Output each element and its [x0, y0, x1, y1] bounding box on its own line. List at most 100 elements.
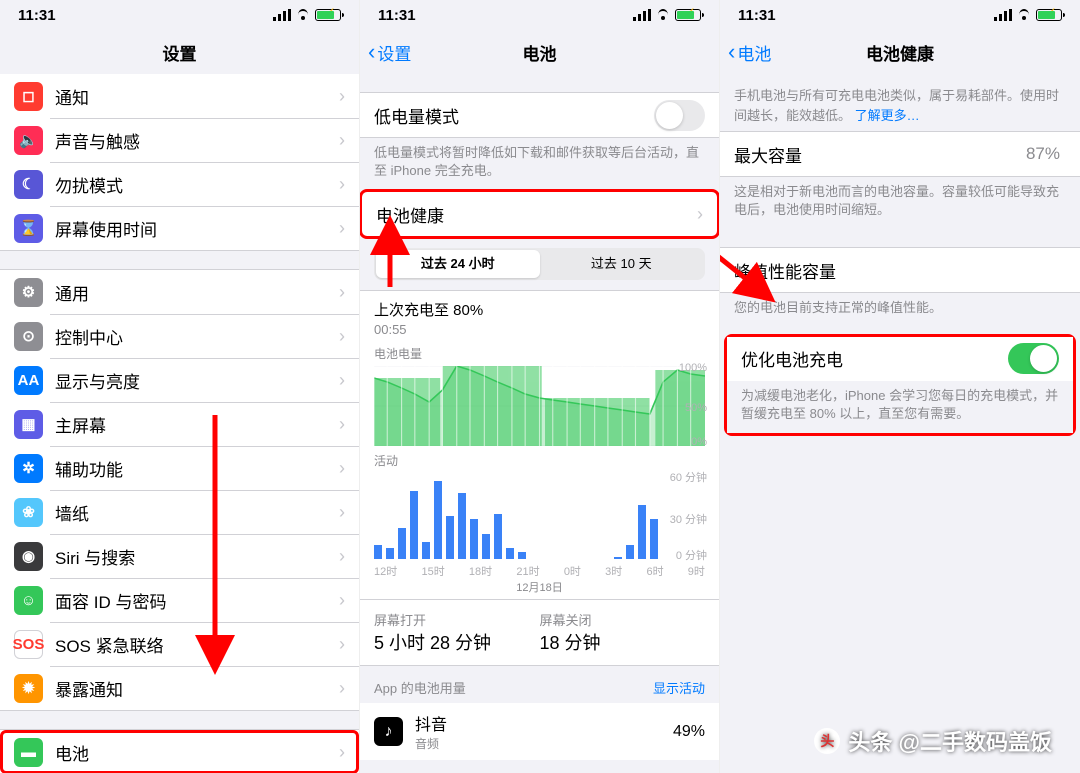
- battery-health-row[interactable]: 电池健康 ›: [362, 192, 717, 236]
- settings-row-辅助功能[interactable]: ✲辅助功能›: [0, 446, 359, 490]
- app-row-douyin[interactable]: ♪ 抖音 音频 49%: [360, 703, 719, 760]
- activity-chart: 60 分钟 30 分钟 0 分钟: [374, 473, 705, 559]
- screen-battery-health: 11:31 ⚡ ‹电池 电池健康 手机电池与所有可充电电池类似，属于易耗部件。使…: [720, 0, 1080, 773]
- chevron-right-icon: ›: [339, 130, 345, 151]
- activity-bar: [494, 514, 502, 560]
- douyin-icon: ♪: [374, 717, 403, 746]
- setting-icon: ⚙: [14, 278, 43, 307]
- setting-icon: ☾: [14, 170, 43, 199]
- activity-bar: [482, 534, 490, 560]
- status-time: 11:31: [378, 7, 416, 24]
- show-activity-link[interactable]: 显示活动: [653, 678, 705, 697]
- setting-icon: ✲: [14, 454, 43, 483]
- segment-10d[interactable]: 过去 10 天: [540, 250, 704, 278]
- activity-bar: [506, 548, 514, 559]
- wifi-icon: [295, 9, 311, 21]
- settings-row-面容 ID 与密码[interactable]: ☺面容 ID 与密码›: [0, 578, 359, 622]
- status-time: 11:31: [738, 7, 776, 24]
- chevron-right-icon: ›: [339, 86, 345, 107]
- back-button[interactable]: ‹设置: [368, 40, 411, 65]
- chevron-right-icon: ›: [339, 414, 345, 435]
- wifi-icon: [1016, 9, 1032, 21]
- chevron-right-icon: ›: [339, 458, 345, 479]
- settings-row-通知[interactable]: ◻通知›: [0, 74, 359, 118]
- battery-icon: ⚡: [675, 9, 701, 21]
- peak-performance-row: 峰值性能容量: [720, 248, 1080, 292]
- setting-icon: ✹: [14, 674, 43, 703]
- status-bar: 11:31 ⚡: [720, 0, 1080, 30]
- chevron-right-icon: ›: [339, 174, 345, 195]
- peak-performance-note: 您的电池目前支持正常的峰值性能。: [720, 293, 1080, 327]
- setting-icon: SOS: [14, 630, 43, 659]
- settings-row-控制中心[interactable]: ⊙控制中心›: [0, 314, 359, 358]
- low-power-note: 低电量模式将暂时降低如下载和邮件获取等后台活动，直至 iPhone 完全充电。: [360, 138, 719, 190]
- page-title: 设置: [163, 40, 197, 65]
- nav-bar: ‹电池 电池健康: [720, 30, 1080, 74]
- chevron-right-icon: ›: [339, 326, 345, 347]
- setting-icon: ⌛: [14, 214, 43, 243]
- battery-charts: 上次充电至 80% 00:55 电池电量 100% 50% 0%: [360, 290, 719, 600]
- chevron-right-icon: ›: [339, 502, 345, 523]
- back-button[interactable]: ‹电池: [728, 40, 771, 65]
- signal-icon: [633, 9, 651, 21]
- status-bar: 11:31 ⚡: [360, 0, 719, 30]
- optimized-charging-toggle[interactable]: [1008, 343, 1059, 374]
- setting-icon: ◻: [14, 82, 43, 111]
- time-range-segment[interactable]: 过去 24 小时 过去 10 天: [374, 248, 705, 280]
- page-title: 电池健康: [866, 40, 934, 65]
- intro-note: 手机电池与所有可充电电池类似，属于易耗部件。使用时间越长，能效越低。 了解更多…: [720, 74, 1080, 131]
- activity-bar: [518, 552, 526, 559]
- activity-bar: [398, 528, 406, 560]
- optimized-charging-note: 为减缓电池老化，iPhone 会学习您每日的充电模式，并暂缓充电至 80% 以上…: [727, 381, 1073, 433]
- chevron-right-icon: ›: [339, 370, 345, 391]
- battery-icon: ⚡: [315, 9, 341, 21]
- settings-row-显示与亮度[interactable]: AA显示与亮度›: [0, 358, 359, 402]
- learn-more-link[interactable]: 了解更多…: [855, 108, 920, 123]
- settings-row-主屏幕[interactable]: ▦主屏幕›: [0, 402, 359, 446]
- status-indicators: ⚡: [273, 9, 341, 21]
- wifi-icon: [655, 9, 671, 21]
- last-charge-label: 上次充电至 80%: [374, 299, 705, 320]
- activity-bar: [386, 548, 394, 559]
- activity-bar: [446, 516, 454, 559]
- settings-row-通用[interactable]: ⚙通用›: [0, 270, 359, 314]
- battery-level-label: 电池电量: [374, 345, 705, 362]
- settings-row-勿扰模式[interactable]: ☾勿扰模式›: [0, 162, 359, 206]
- low-power-toggle[interactable]: [654, 100, 705, 131]
- activity-bar: [614, 557, 622, 560]
- chevron-right-icon: ›: [697, 204, 703, 225]
- signal-icon: [994, 9, 1012, 21]
- settings-row-Siri 与搜索[interactable]: ◉Siri 与搜索›: [0, 534, 359, 578]
- setting-icon: ☺: [14, 586, 43, 615]
- x-axis-labels: 12时15时18时21时0时3时6时9时: [374, 563, 705, 579]
- settings-row-SOS 紧急联络[interactable]: SOSSOS 紧急联络›: [0, 622, 359, 666]
- battery-icon: ⚡: [1036, 9, 1062, 21]
- chevron-right-icon: ›: [339, 742, 345, 763]
- setting-icon: ▬: [14, 738, 43, 767]
- battery-level-chart: 100% 50% 0%: [374, 366, 705, 446]
- settings-row-墙纸[interactable]: ❀墙纸›: [0, 490, 359, 534]
- setting-icon: ◉: [14, 542, 43, 571]
- chevron-right-icon: ›: [339, 678, 345, 699]
- chevron-left-icon: ‹: [728, 41, 735, 63]
- max-capacity-row: 最大容量 87%: [720, 132, 1080, 176]
- activity-bar: [410, 491, 418, 560]
- settings-row-屏幕使用时间[interactable]: ⌛屏幕使用时间›: [0, 206, 359, 250]
- activity-bar: [650, 519, 658, 559]
- setting-icon: AA: [14, 366, 43, 395]
- setting-icon: ▦: [14, 410, 43, 439]
- settings-row-声音与触感[interactable]: 🔈声音与触感›: [0, 118, 359, 162]
- activity-bar: [470, 519, 478, 559]
- optimized-charging-row[interactable]: 优化电池充电: [727, 337, 1073, 381]
- activity-label: 活动: [374, 452, 705, 469]
- activity-bar: [374, 545, 382, 559]
- status-time: 11:31: [18, 7, 56, 24]
- chevron-right-icon: ›: [339, 218, 345, 239]
- settings-row-电池[interactable]: ▬电池›: [0, 730, 359, 773]
- low-power-mode-row[interactable]: 低电量模式: [360, 93, 719, 137]
- max-capacity-note: 这是相对于新电池而言的电池容量。容量较低可能导致充电后，电池使用时间缩短。: [720, 177, 1080, 229]
- settings-row-暴露通知[interactable]: ✹暴露通知›: [0, 666, 359, 710]
- segment-24h[interactable]: 过去 24 小时: [376, 250, 540, 278]
- activity-bar: [422, 542, 430, 559]
- nav-bar: ‹设置 电池: [360, 30, 719, 74]
